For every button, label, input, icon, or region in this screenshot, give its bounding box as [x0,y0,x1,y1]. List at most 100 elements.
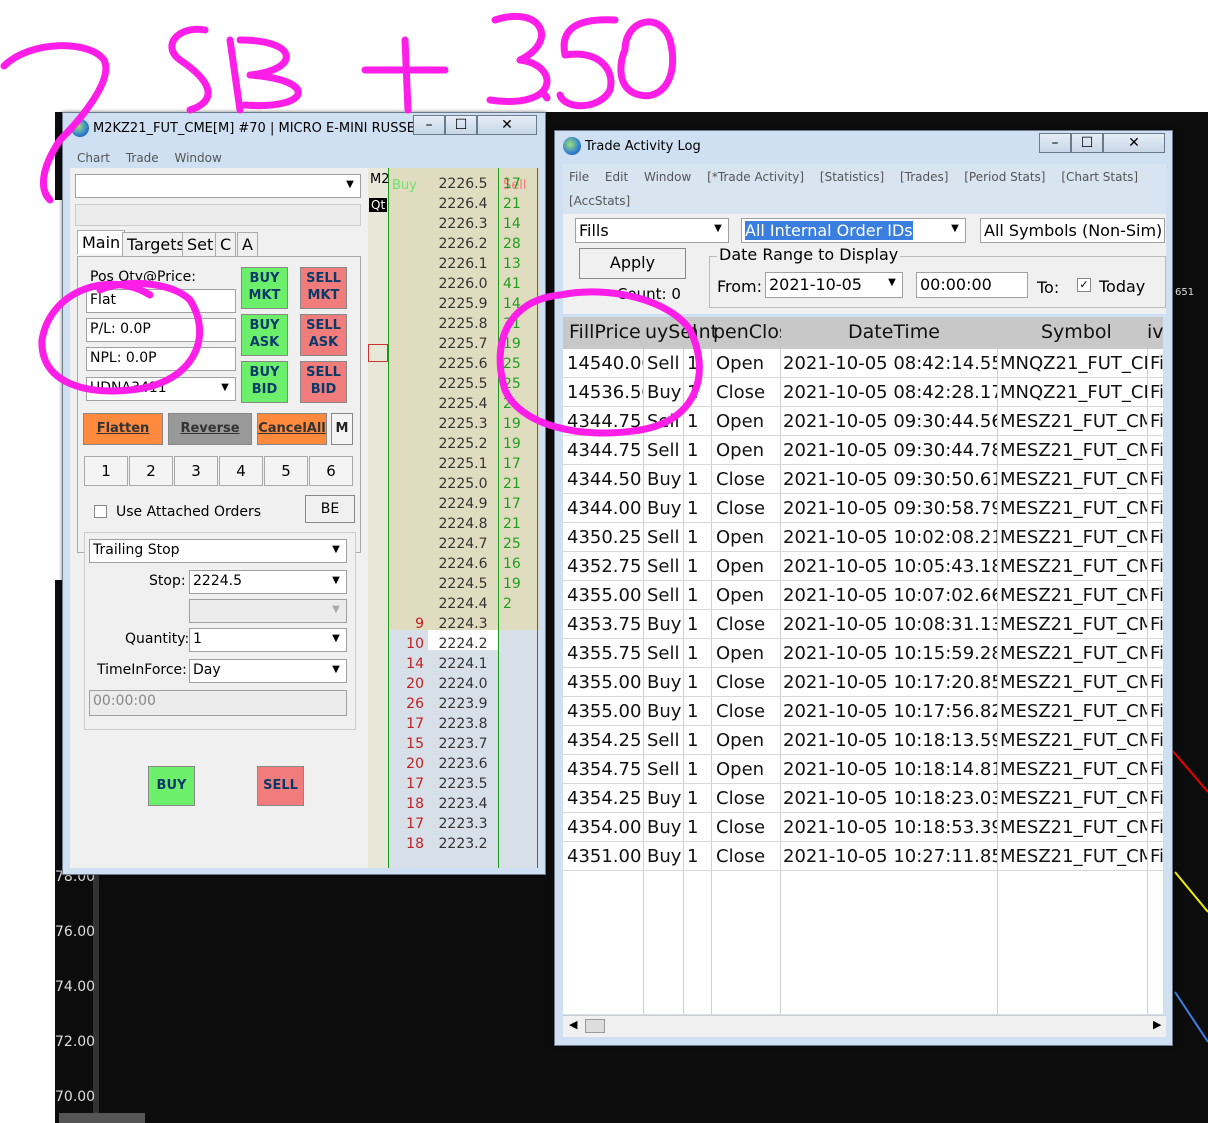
qty-preset-3[interactable]: 3 [174,456,218,486]
sell-ask-button[interactable]: SELL ASK [300,314,347,356]
scroll-right-icon[interactable]: ▶ [1153,1018,1161,1031]
qty-preset-5[interactable]: 5 [264,456,308,486]
fill-row[interactable]: 4350.25 Sell 1 Open 2021-10-05 10:02:08.217 M… [563,523,1163,552]
bid-qty[interactable]: 17 [389,716,428,732]
fill-row[interactable]: 4351.00 Buy 1 Close 2021-10-05 10:27:11.853 M… [563,842,1163,871]
minimize-button[interactable]: – [413,115,445,135]
ask-qty[interactable]: 17 [499,176,540,192]
ladder-row[interactable]: 2226.1 13 [368,256,540,276]
ladder-row[interactable]: 2225.5 25 [368,376,540,396]
menu-statistics[interactable]: [Statistics] [820,170,884,184]
ladder-row[interactable]: 2225.8 31 [368,316,540,336]
tab-set[interactable]: Set [182,232,219,256]
ladder-row[interactable]: 2226.5 17 [368,176,540,196]
menu-window[interactable]: Window [175,151,222,165]
menu-accstats[interactable]: [AccStats] [569,194,630,208]
bid-qty[interactable]: 15 [389,736,428,752]
fill-row[interactable]: 4355.75 Sell 1 Open 2021-10-05 10:15:59.286 M… [563,639,1163,668]
ladder-row[interactable]: 2225.0 21 [368,476,540,496]
col-datetime[interactable]: DateTime [848,321,940,343]
ask-qty[interactable]: 21 [499,196,540,212]
horizontal-scrollbar[interactable]: ◀ ▶ [563,1015,1166,1037]
fill-row[interactable]: 14540.00Sell 1 Open 2021-10-05 08:42:14.552… [563,349,1163,378]
ladder-row[interactable]: 2225.1 17 [368,456,540,476]
menu-file[interactable]: File [569,170,589,184]
bid-qty[interactable]: 17 [389,776,428,792]
buy-mkt-button[interactable]: BUY MKT [241,267,288,309]
ladder-row[interactable]: 2224.7 25 [368,536,540,556]
menu-trades[interactable]: [Trades] [900,170,948,184]
ask-qty[interactable]: 19 [499,336,540,352]
col-symbol[interactable]: Symbol [1041,321,1112,343]
ladder-row[interactable]: 2225.6 25 [368,356,540,376]
tif-dropdown[interactable]: Day ▼ [189,659,347,683]
ladder-row[interactable]: 17 2223.8 [368,716,540,736]
ladder-row[interactable]: 20 2223.6 [368,756,540,776]
ask-qty[interactable]: 13 [499,256,540,272]
bid-qty[interactable]: 20 [389,756,428,772]
menu-chart[interactable]: Chart [77,151,110,165]
ask-qty[interactable]: 19 [499,576,540,592]
fill-row[interactable]: 4354.25 Buy 1 Close 2021-10-05 10:18:23.036 M… [563,784,1163,813]
ladder-row[interactable]: 10 2224.2 [368,636,540,656]
attached-orders-checkbox[interactable] [94,505,107,518]
close-button[interactable]: ✕ [477,115,537,135]
maximize-button[interactable]: ☐ [1071,133,1103,153]
quantity-field[interactable]: 1 ▼ [189,628,347,652]
ask-qty[interactable]: 25 [499,356,540,372]
minimize-button[interactable]: – [1039,133,1071,153]
bid-qty[interactable]: 10 [389,636,428,652]
ask-qty[interactable]: 21 [499,476,540,492]
time-field[interactable]: 00:00:00 [89,690,347,716]
ladder-row[interactable]: 15 2223.7 [368,736,540,756]
ladder-row[interactable]: 2225.7 19 [368,336,540,356]
fill-row[interactable]: 4355.00 Buy 1 Close 2021-10-05 10:17:56.827 M… [563,697,1163,726]
ask-qty[interactable]: 25 [499,376,540,392]
fill-row[interactable]: 4352.75 Sell 1 Open 2021-10-05 10:05:43.188 M… [563,552,1163,581]
bid-qty[interactable]: 18 [389,836,428,852]
symbols-dropdown[interactable]: All Symbols (Non-Sim) [980,218,1165,243]
fill-row[interactable]: 4354.00 Buy 1 Close 2021-10-05 10:18:53.390 M… [563,813,1163,842]
col-fillprice[interactable]: FillPrice [569,321,641,343]
ladder-row[interactable]: 18 2223.2 [368,836,540,856]
flatten-button[interactable]: Flatten [83,413,163,445]
today-checkbox[interactable]: ✓ [1077,278,1091,292]
be-button[interactable]: BE [305,495,355,523]
ask-qty[interactable]: 2 [499,396,540,412]
ladder-row[interactable]: 2224.8 21 [368,516,540,536]
account-dropdown[interactable]: UDNA3411 ▼ [86,377,236,401]
ask-qty[interactable]: 17 [499,456,540,472]
fill-row[interactable]: 4354.25 Sell 1 Open 2021-10-05 10:18:13.592 M… [563,726,1163,755]
close-button[interactable]: ✕ [1103,133,1165,153]
ladder-row[interactable]: 2224.5 19 [368,576,540,596]
menu-window[interactable]: Window [644,170,691,184]
bid-qty[interactable]: 14 [389,656,428,672]
ladder-row[interactable]: 2224.9 17 [368,496,540,516]
ask-qty[interactable]: 17 [499,496,540,512]
sell-button[interactable]: SELL [257,766,304,806]
scroll-thumb[interactable] [585,1019,605,1033]
ladder-row[interactable]: 14 2224.1 [368,656,540,676]
qty-preset-1[interactable]: 1 [84,456,128,486]
order-ids-dropdown[interactable]: All Internal Order IDs ▼ [741,218,966,243]
scroll-left-icon[interactable]: ◀ [569,1018,577,1031]
fill-row[interactable]: 4344.75 Sell 1 Open 2021-10-05 09:30:44.568 M… [563,407,1163,436]
ask-qty[interactable]: 14 [499,296,540,312]
buy-button[interactable]: BUY [148,766,195,806]
ladder-row[interactable]: 2226.0 41 [368,276,540,296]
fill-row[interactable]: 14536.50Buy1 Close 2021-10-05 08:42:28.170… [563,378,1163,407]
buy-ask-button[interactable]: BUY ASK [241,314,288,356]
bid-qty[interactable]: 17 [389,816,428,832]
ladder-row[interactable]: 26 2223.9 [368,696,540,716]
ladder-row[interactable]: 17 2223.5 [368,776,540,796]
sell-bid-button[interactable]: SELL BID [300,361,347,403]
ask-qty[interactable]: 16 [499,556,540,572]
bid-qty[interactable]: 9 [389,616,428,632]
bid-qty[interactable]: 26 [389,696,428,712]
fill-row[interactable]: 4355.00 Buy 1 Close 2021-10-05 10:17:20.855 M… [563,668,1163,697]
tab-c[interactable]: C [215,232,237,256]
from-date-field[interactable]: 2021-10-05 ▼ [765,272,903,298]
ladder-row[interactable]: 2224.4 2 [368,596,540,616]
from-time-field[interactable]: 00:00:00 [916,272,1028,298]
ask-qty[interactable]: 19 [499,436,540,452]
